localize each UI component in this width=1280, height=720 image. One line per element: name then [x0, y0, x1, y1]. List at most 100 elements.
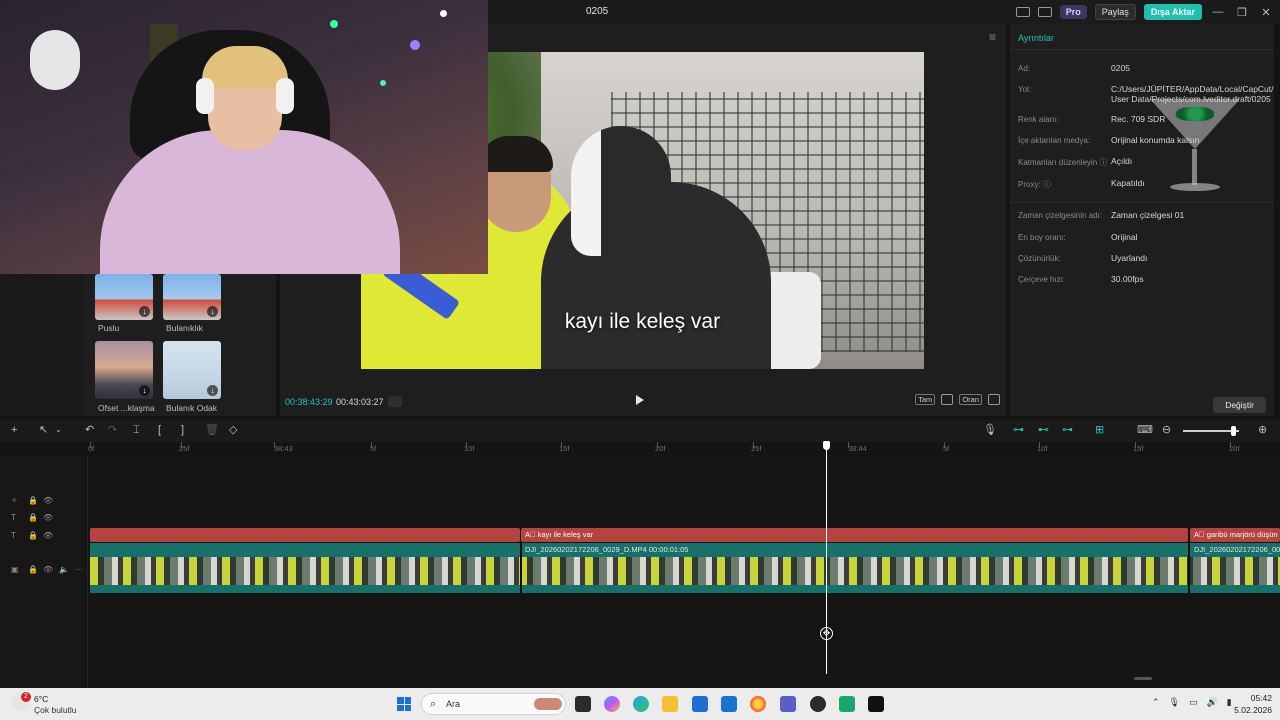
change-button[interactable]: Değiştir: [1213, 397, 1266, 413]
undo-icon[interactable]: ↶: [85, 424, 94, 436]
layout-icon[interactable]: [1015, 7, 1030, 17]
eye-icon[interactable]: 👁: [43, 513, 53, 522]
video-filmstrip[interactable]: [90, 557, 1280, 585]
notepad-icon[interactable]: [839, 696, 855, 712]
taskbar-search[interactable]: ⌕ Ara: [421, 693, 566, 715]
disco-light: [410, 40, 420, 50]
timeline-toolbar: [0, 420, 1280, 442]
glass-stem: [1192, 149, 1197, 185]
close-button[interactable]: ✕: [1258, 6, 1274, 19]
effect-thumb-puslu[interactable]: ↓: [95, 274, 153, 320]
firefox-icon[interactable]: [750, 696, 766, 712]
eye-icon[interactable]: 👁: [43, 496, 53, 505]
minimize-button[interactable]: —: [1210, 6, 1226, 18]
copilot-icon[interactable]: [604, 696, 620, 712]
webcam-overlay: [0, 0, 488, 274]
export-button[interactable]: Dışa Aktar: [1143, 4, 1202, 20]
text-clip[interactable]: A⃞ kayı ile keleş var: [521, 528, 1188, 542]
timeline-ruler[interactable]: 0f 25f 38:43 5f 10f 15f 20f 25f 38:44 5f…: [88, 442, 1280, 456]
effect-thumb-bulaniklik[interactable]: ↓: [163, 274, 221, 320]
lock-icon[interactable]: 🔒: [28, 513, 38, 522]
lock-icon[interactable]: 🔒: [28, 496, 38, 505]
snapshot-icon[interactable]: [941, 394, 954, 405]
app-icon[interactable]: [810, 696, 826, 712]
clock-time[interactable]: 05:42: [1234, 693, 1272, 703]
share-button[interactable]: Paylaş: [1094, 4, 1136, 20]
ruler-label: 15f: [559, 444, 570, 453]
playhead-handle-top[interactable]: [823, 441, 830, 450]
eye-icon[interactable]: 👁: [43, 565, 53, 574]
text-clip[interactable]: A⃞ garibü marjörü düşün: [1190, 528, 1280, 542]
file-explorer-icon[interactable]: [662, 696, 678, 712]
snap-icon[interactable]: ⊞: [1095, 424, 1104, 436]
play-button[interactable]: [636, 395, 644, 405]
shortcut-icon[interactable]: [1037, 7, 1052, 17]
text-clip[interactable]: [90, 528, 520, 542]
effect-track-icon: ✧: [11, 496, 18, 505]
lock-icon[interactable]: 🔒: [28, 565, 38, 574]
task-view-icon[interactable]: [575, 696, 591, 712]
microphone-icon[interactable]: 🎙: [983, 424, 997, 436]
text-track-icon: T: [11, 531, 16, 540]
outlook-icon[interactable]: [721, 696, 737, 712]
effect-thumb-ofset[interactable]: ↓: [95, 341, 153, 399]
ratio-button[interactable]: Oran: [959, 394, 982, 405]
capcut-icon[interactable]: [868, 696, 884, 712]
ruler-label: 25f: [751, 444, 762, 453]
text-clip-label: A⃞ garibü marjörü düşün: [1194, 530, 1278, 539]
volume-icon[interactable]: 🔊: [1207, 697, 1218, 708]
redo-icon[interactable]: ↷: [108, 424, 117, 436]
network-icon[interactable]: ▭: [1189, 697, 1198, 708]
split-icon[interactable]: ⌶: [133, 424, 140, 436]
zoom-out-icon[interactable]: ⊖: [1162, 424, 1171, 436]
playhead-drag-icon[interactable]: ✥: [820, 627, 833, 640]
effect-thumb-bulanik-odak[interactable]: ↓: [163, 341, 221, 399]
start-button[interactable]: [397, 697, 411, 711]
microphone-icon[interactable]: 🎙: [1169, 697, 1180, 708]
delete-icon[interactable]: 🗑: [205, 424, 219, 436]
magnet-icon[interactable]: ⊶: [1013, 424, 1024, 436]
menu-icon[interactable]: ≡: [989, 30, 996, 44]
marker-icon[interactable]: ◇: [229, 424, 237, 436]
pro-button[interactable]: Pro: [1059, 5, 1087, 19]
store-icon[interactable]: [692, 696, 708, 712]
windows-taskbar: 2 6°C Çok bulutlu ⌕ Ara ⌃ 🎙 ▭ 🔊 ▮ 05:42 …: [0, 688, 1280, 720]
video-clip-label: DJI_20260202172206_0029_D.MP4 00:00:01:0…: [525, 545, 689, 554]
add-track-icon[interactable]: +: [11, 424, 17, 436]
select-tool-icon[interactable]: ↖: [39, 424, 48, 436]
link-icon[interactable]: ⊷: [1038, 424, 1049, 436]
chevron-up-icon[interactable]: ⌃: [1152, 697, 1160, 708]
trim-right-icon[interactable]: ]: [181, 424, 184, 436]
zoom-in-icon[interactable]: ⊕: [1258, 424, 1267, 436]
horizontal-scrollbar[interactable]: [1134, 677, 1152, 680]
full-quality-button[interactable]: Tam: [915, 394, 936, 405]
title-bar-actions: Pro Paylaş Dışa Aktar — ❐ ✕: [1015, 3, 1274, 21]
eye-icon[interactable]: 👁: [43, 531, 53, 540]
speaker-icon[interactable]: 🔈: [59, 565, 69, 574]
details-title[interactable]: Ayrıntılar: [1018, 33, 1054, 43]
preview-axis-icon[interactable]: ⊶: [1062, 424, 1073, 436]
search-icon: ⌕: [430, 698, 437, 710]
fullscreen-icon[interactable]: [988, 394, 1000, 405]
clip-divider: [1188, 543, 1190, 593]
effect-label: Bulanık Odak: [166, 403, 218, 413]
maximize-button[interactable]: ❐: [1234, 6, 1250, 19]
teams-icon[interactable]: [780, 696, 796, 712]
caption-icon[interactable]: ⌨: [1137, 424, 1153, 436]
timecode-toggle-icon[interactable]: [388, 396, 402, 407]
zoom-slider-handle[interactable]: [1231, 426, 1236, 436]
detail-label: Yol:: [1018, 85, 1032, 94]
weather-temperature[interactable]: 6°C: [34, 694, 48, 704]
divider: [1010, 202, 1274, 203]
ruler-label: 38:43: [274, 444, 293, 453]
ruler-label: 15f: [1133, 444, 1144, 453]
more-icon[interactable]: ···: [75, 565, 83, 574]
trim-left-icon[interactable]: [: [158, 424, 161, 436]
clip-divider: [520, 543, 522, 593]
clock-date[interactable]: 5.02.2026: [1222, 705, 1272, 715]
detail-label: Ad:: [1018, 64, 1031, 73]
lock-icon[interactable]: 🔒: [28, 531, 38, 540]
edge-icon[interactable]: [633, 696, 649, 712]
chevron-down-icon[interactable]: ⌄: [55, 424, 62, 436]
weather-description[interactable]: Çok bulutlu: [34, 705, 77, 715]
